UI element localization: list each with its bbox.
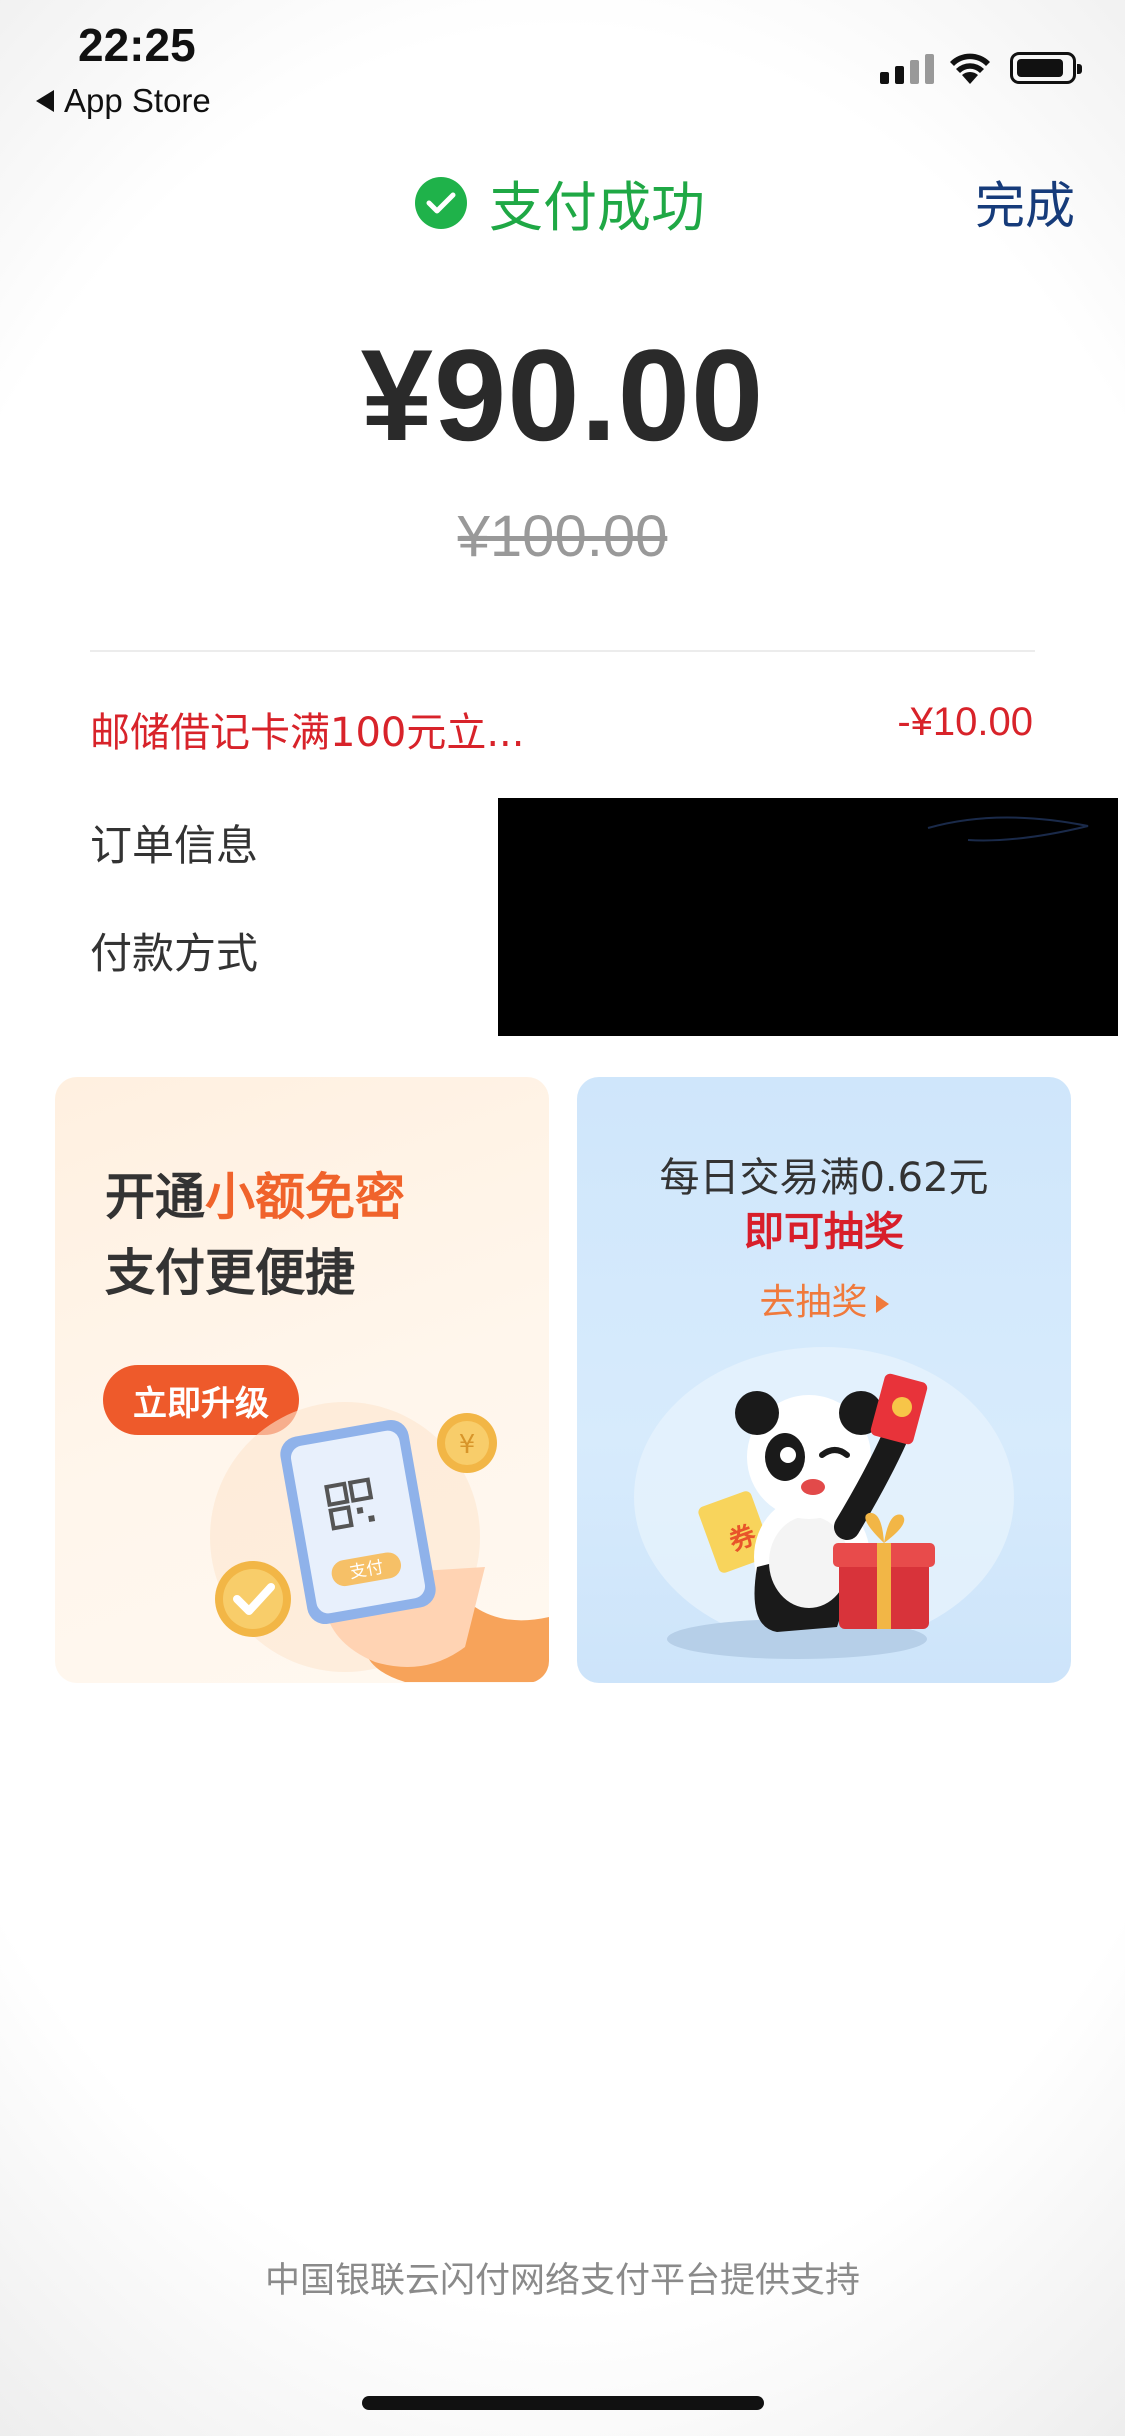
svg-text:¥: ¥ bbox=[459, 1430, 476, 1460]
go-draw-link[interactable]: 去抽奖 bbox=[577, 1273, 1071, 1325]
promo-left-subtitle: 支付更便捷 bbox=[105, 1244, 355, 1302]
home-indicator[interactable] bbox=[362, 2396, 764, 2410]
success-status-text: 支付成功 bbox=[489, 176, 705, 239]
promo-card-daily-lottery[interactable]: 每日交易满0.62元 即可抽奖 去抽奖 券 bbox=[577, 1077, 1071, 1683]
back-arrow-icon bbox=[36, 90, 54, 112]
panda-lottery-illustration-icon: 券 bbox=[634, 1347, 1014, 1659]
order-info-label[interactable]: 订单信息 bbox=[90, 812, 258, 873]
battery-icon bbox=[1010, 52, 1082, 84]
redacted-block bbox=[498, 798, 1118, 1036]
paid-amount: ¥90.00 bbox=[360, 322, 765, 468]
arrow-right-icon bbox=[875, 1295, 889, 1313]
payment-method-label[interactable]: 付款方式 bbox=[90, 920, 258, 981]
payment-success-header: 支付成功 bbox=[415, 163, 705, 242]
back-to-app-store[interactable]: App Store bbox=[36, 82, 211, 120]
discount-label: 邮储借记卡满100元立... bbox=[90, 710, 525, 756]
cellular-signal-icon bbox=[880, 54, 934, 84]
promo-left-title: 开通小额免密 bbox=[105, 1168, 405, 1226]
status-time: 22:25 bbox=[78, 19, 196, 71]
wifi-icon bbox=[950, 53, 990, 84]
redaction-scribble-icon bbox=[927, 816, 1089, 842]
divider bbox=[90, 650, 1035, 652]
check-circle-icon bbox=[415, 176, 467, 229]
promo-right-line1: 每日交易满0.62元 bbox=[659, 1155, 989, 1201]
phone-pay-illustration-icon: 支付 ¥ bbox=[210, 1402, 549, 1682]
promo-card-small-amount-password-free[interactable]: 开通小额免密 支付更便捷 立即升级 支付 ¥ bbox=[55, 1077, 549, 1683]
back-label: App Store bbox=[64, 82, 211, 119]
promo-right-line2: 即可抽奖 bbox=[744, 1209, 904, 1255]
done-button[interactable]: 完成 bbox=[975, 166, 1075, 238]
discount-value: -¥10.00 bbox=[897, 700, 1033, 744]
footer-support-text: 中国银联云闪付网络支付平台提供支持 bbox=[264, 2261, 860, 2301]
original-amount: ¥100.00 bbox=[457, 504, 668, 569]
